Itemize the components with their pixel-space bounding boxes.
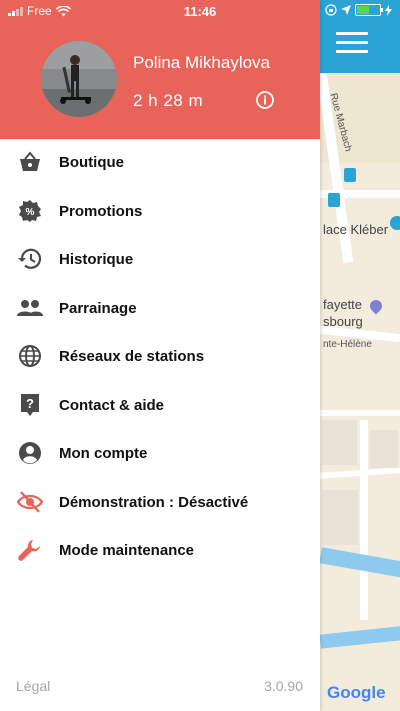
history-icon bbox=[17, 246, 43, 272]
menu-label: Promotions bbox=[59, 202, 143, 220]
svg-text:%: % bbox=[26, 207, 35, 218]
basket-icon bbox=[17, 149, 43, 175]
menu-item-contact[interactable]: ? Contact & aide bbox=[0, 381, 320, 429]
menu-label: Parrainage bbox=[59, 299, 137, 317]
map-poi-icon[interactable] bbox=[367, 297, 385, 315]
battery-icon bbox=[355, 4, 383, 16]
eye-off-icon bbox=[17, 489, 43, 515]
discount-badge-icon: % bbox=[17, 198, 43, 224]
avatar[interactable] bbox=[41, 41, 117, 117]
menu-label: Mon compte bbox=[59, 444, 148, 462]
google-logo: Google bbox=[327, 683, 386, 702]
menu-item-demonstration[interactable]: Démonstration : Désactivé bbox=[0, 478, 320, 526]
app-version: 3.0.90 bbox=[264, 678, 303, 694]
info-icon[interactable] bbox=[255, 90, 275, 110]
help-icon: ? bbox=[17, 392, 43, 418]
menu-label: Démonstration : Désactivé bbox=[59, 493, 249, 511]
wrench-icon bbox=[17, 537, 43, 563]
menu-label: Historique bbox=[59, 250, 134, 268]
user-name: Polina Mikhaylova bbox=[133, 53, 271, 72]
globe-icon bbox=[17, 343, 43, 369]
map-street-label: nte-Hélène bbox=[323, 339, 372, 350]
menu-item-promotions[interactable]: % Promotions bbox=[0, 187, 320, 235]
menu-label: Mode maintenance bbox=[59, 541, 195, 559]
menu-item-reseaux[interactable]: Réseaux de stations bbox=[0, 332, 320, 380]
location-arrow-icon bbox=[341, 5, 351, 15]
menu-item-boutique[interactable]: Boutique bbox=[0, 138, 320, 186]
rotation-lock-icon bbox=[325, 4, 337, 16]
charging-bolt-icon bbox=[385, 4, 392, 16]
menu-label: Contact & aide bbox=[59, 396, 165, 414]
map-place-label: sbourg bbox=[323, 314, 363, 329]
menu-item-compte[interactable]: Mon compte bbox=[0, 429, 320, 477]
menu-label: Réseaux de stations bbox=[59, 347, 205, 365]
map-poi-icon[interactable] bbox=[390, 216, 400, 230]
map-marker-icon[interactable] bbox=[328, 193, 340, 207]
navigation-drawer: Polina Mikhaylova 2 h 28 m Boutique % Pr… bbox=[0, 0, 320, 711]
menu-item-parrainage[interactable]: Parrainage bbox=[0, 284, 320, 332]
status-bar: Free 11:46 bbox=[0, 0, 400, 22]
map-marker-icon[interactable] bbox=[344, 168, 356, 182]
legal-link[interactable]: Légal bbox=[16, 678, 50, 694]
menu-item-historique[interactable]: Historique bbox=[0, 235, 320, 283]
svg-text:?: ? bbox=[26, 396, 34, 411]
menu-label: Boutique bbox=[59, 153, 124, 171]
map-place-label: fayette bbox=[323, 297, 363, 312]
map-place-label: lace Kléber bbox=[323, 222, 389, 237]
account-icon bbox=[17, 440, 43, 466]
people-icon bbox=[17, 295, 43, 321]
hamburger-menu-icon[interactable] bbox=[336, 32, 368, 54]
menu-item-maintenance[interactable]: Mode maintenance bbox=[0, 526, 320, 574]
time-balance: 2 h 28 m bbox=[133, 91, 204, 110]
